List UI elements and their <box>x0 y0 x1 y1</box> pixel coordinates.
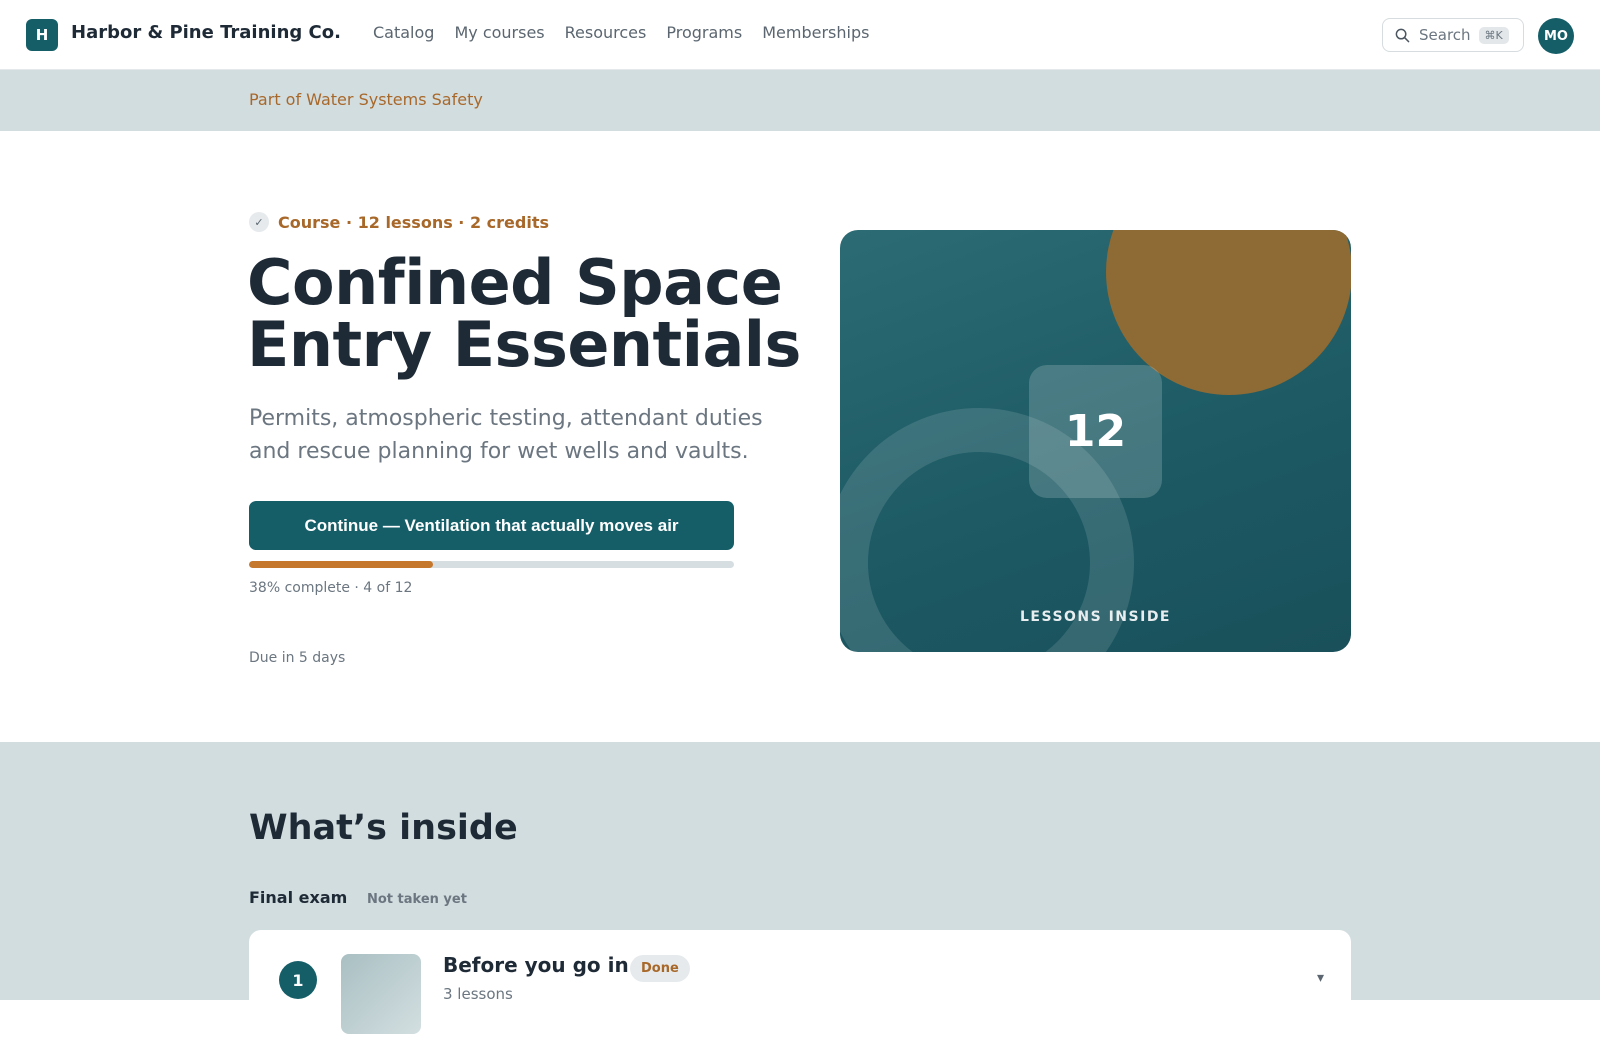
top-navigation: H Harbor & Pine Training Co. Catalog My … <box>0 0 1600 70</box>
breadcrumb-program-link[interactable]: Part of Water Systems Safety <box>249 90 483 109</box>
due-date: Due in 5 days <box>249 650 346 666</box>
nav-resources[interactable]: Resources <box>565 23 647 42</box>
course-cover-art: 12 LESSONS INSIDE <box>840 230 1351 652</box>
final-exam-status: Not taken yet <box>367 892 467 907</box>
module-card[interactable]: 1 Before you go in Done 3 lessons ▾ <box>249 930 1351 1050</box>
course-description: Permits, atmospheric testing, attendant … <box>249 406 763 464</box>
brand-logo[interactable]: H <box>26 19 58 51</box>
search-shortcut: ⌘K <box>1478 26 1509 44</box>
lesson-count-caption: LESSONS INSIDE <box>1020 609 1171 625</box>
course-meta: ✓ Course · 12 lessons · 2 credits <box>249 212 549 232</box>
breadcrumb-band: Part of Water Systems Safety <box>0 70 1600 131</box>
final-exam-label[interactable]: Final exam <box>249 888 347 907</box>
progress-bar <box>249 561 734 568</box>
nav-catalog[interactable]: Catalog <box>373 23 434 42</box>
lesson-count: 12 <box>1029 365 1162 498</box>
brand-name[interactable]: Harbor & Pine Training Co. <box>71 22 341 43</box>
section-heading: What’s inside <box>249 808 518 848</box>
progress-text: 38% complete · 4 of 12 <box>249 580 413 596</box>
module-number: 1 <box>279 961 317 999</box>
status-badge: Done <box>630 955 690 982</box>
search-icon <box>1395 28 1410 42</box>
nav-memberships[interactable]: Memberships <box>762 23 869 42</box>
progress-fill <box>249 561 434 568</box>
check-icon: ✓ <box>249 212 269 232</box>
user-avatar[interactable]: MO <box>1538 18 1574 54</box>
chevron-down-icon[interactable]: ▾ <box>1317 970 1324 986</box>
course-meta-text: Course · 12 lessons · 2 credits <box>278 212 549 232</box>
module-lesson-count: 3 lessons <box>443 985 513 1003</box>
module-thumbnail <box>341 954 421 1034</box>
search-button[interactable]: Search ⌘K <box>1382 18 1524 52</box>
nav-programs[interactable]: Programs <box>666 23 742 42</box>
nav-my-courses[interactable]: My courses <box>454 23 544 42</box>
module-title: Before you go in <box>443 953 629 977</box>
search-label: Search <box>1419 26 1471 44</box>
page-title: Confined Space Entry Essentials <box>247 246 801 381</box>
whats-inside-section: What’s inside Final exam Not taken yet 1… <box>0 742 1600 1050</box>
continue-button[interactable]: Continue — Ventilation that actually mov… <box>249 501 734 550</box>
main-nav: Catalog My courses Resources Programs Me… <box>373 23 889 42</box>
